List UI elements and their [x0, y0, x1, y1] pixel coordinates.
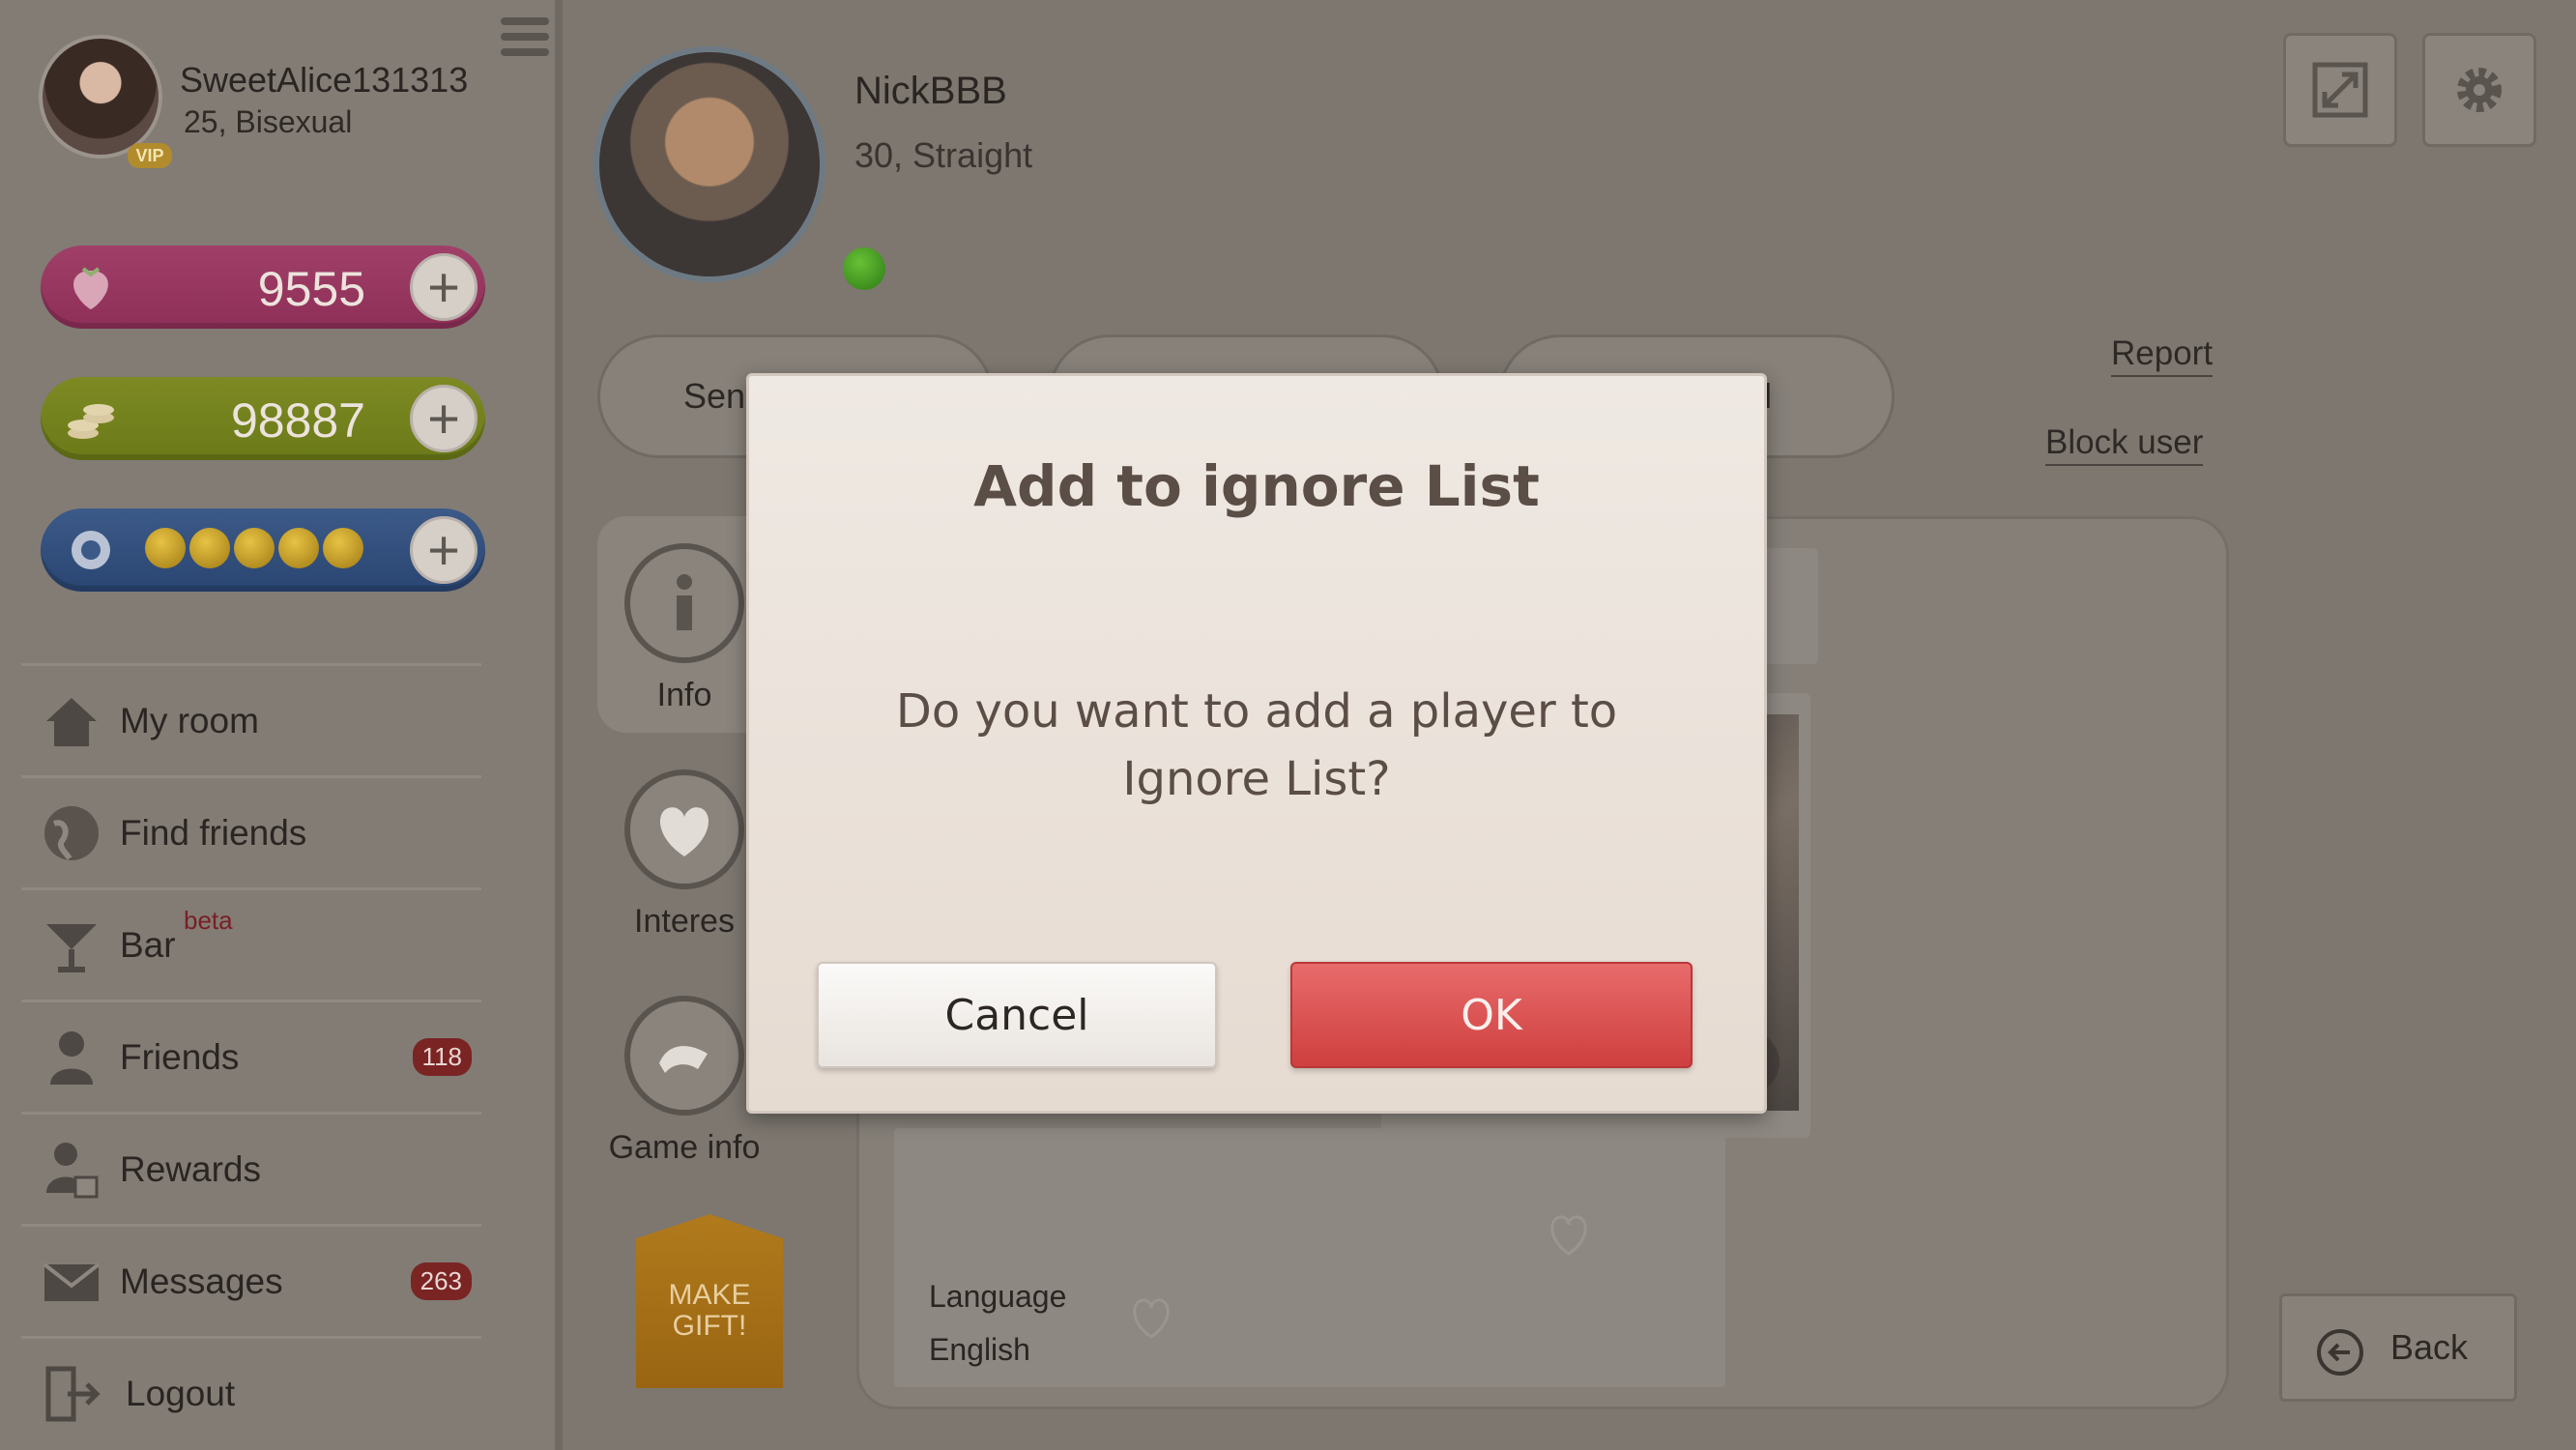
ignore-list-dialog: Add to ignore List Do you want to add a … — [746, 373, 1767, 1114]
avatar[interactable] — [39, 35, 162, 159]
nav-bar[interactable]: Bar beta — [21, 887, 481, 1000]
nav-friends[interactable]: Friends 118 — [21, 1000, 481, 1112]
fullscreen-button[interactable] — [2283, 33, 2397, 147]
person-icon — [50, 1030, 93, 1085]
info-icon — [624, 543, 744, 663]
user-info: 25, Bisexual — [184, 104, 353, 139]
settings-button[interactable] — [2422, 33, 2536, 147]
nav-label: Friends — [120, 1036, 240, 1077]
envelope-icon — [43, 1262, 101, 1301]
nav-label: Bar — [120, 924, 176, 965]
tab-label: Info — [656, 677, 712, 713]
tab-label: Interes — [634, 903, 735, 940]
nav-rewards[interactable]: Rewards — [21, 1112, 481, 1224]
fullscreen-icon — [2312, 62, 2368, 118]
strawberry-count: 9555 — [257, 262, 365, 316]
tab-game-info[interactable]: Game info — [597, 996, 771, 1167]
profile-avatar[interactable] — [593, 46, 825, 282]
nav-my-room[interactable]: My room — [21, 663, 481, 775]
block-user-link[interactable]: Block user — [2045, 423, 2204, 466]
details-card — [894, 1128, 1725, 1275]
username: SweetAlice131313 — [180, 60, 469, 100]
send-label: Sen — [683, 376, 746, 416]
vip-badge: VIP — [128, 143, 172, 168]
nav-label: My room — [120, 700, 259, 740]
back-button[interactable]: Back — [2279, 1293, 2517, 1402]
globe-icon — [44, 805, 99, 860]
report-link[interactable]: Report — [2111, 334, 2214, 377]
coin-balance: 98887 + — [41, 377, 485, 460]
tab-interests[interactable]: Interes — [597, 769, 771, 941]
token-balance: + — [41, 508, 485, 592]
back-arrow-icon — [2317, 1329, 2363, 1376]
profile-info: 30, Straight — [854, 135, 1033, 175]
cancel-button[interactable]: Cancel — [817, 962, 1217, 1068]
ok-button[interactable]: OK — [1290, 962, 1693, 1068]
language-value: English — [929, 1332, 1030, 1367]
add-coins-button[interactable]: + — [410, 385, 478, 452]
house-icon — [46, 697, 97, 746]
nav-messages[interactable]: Messages 263 — [21, 1224, 481, 1336]
add-tokens-button[interactable]: + — [410, 516, 478, 584]
strawberry-icon — [73, 267, 108, 309]
nav-find-friends[interactable]: Find friends — [21, 775, 481, 887]
token-indicator — [145, 528, 363, 568]
messages-count-badge: 263 — [410, 1262, 472, 1300]
person-reward-icon — [46, 1142, 99, 1198]
dialog-message: Do you want to add a player to Ignore Li… — [895, 684, 1618, 806]
friends-count-badge: 118 — [412, 1038, 472, 1076]
strawberry-balance: 9555 + — [41, 246, 485, 329]
main-navigation: My room Find friends Bar beta Friends 11… — [21, 663, 481, 1448]
heart-outline-icon — [1133, 1298, 1170, 1339]
game-icon — [624, 996, 744, 1116]
user-profile[interactable]: VIP SweetAlice131313 25, Bisexual — [39, 35, 541, 180]
beta-tag: beta — [184, 906, 233, 935]
language-card: Language English — [894, 1256, 1725, 1387]
nav-label: Find friends — [120, 812, 307, 853]
coin-count: 98887 — [230, 393, 365, 448]
nav-label: Logout — [126, 1373, 236, 1413]
tab-info[interactable]: Info — [597, 543, 771, 714]
profile-name: NickBBB — [854, 70, 1007, 112]
language-label: Language — [929, 1279, 1067, 1314]
logout-icon — [45, 1366, 101, 1421]
add-strawberries-button[interactable]: + — [410, 253, 478, 321]
cocktail-icon — [46, 923, 97, 972]
hamburger-menu-icon[interactable] — [501, 17, 549, 70]
heart-icon — [624, 769, 744, 889]
tab-label: Game info — [608, 1129, 761, 1166]
dialog-title: Add to ignore List — [973, 453, 1540, 519]
ticket-icon — [72, 531, 110, 569]
online-status-indicator — [843, 247, 885, 290]
nav-logout[interactable]: Logout — [21, 1336, 481, 1448]
sidebar: VIP SweetAlice131313 25, Bisexual 9555 +… — [0, 0, 563, 1450]
back-label: Back — [2390, 1327, 2469, 1367]
coin-stack-icon — [68, 404, 114, 439]
nav-label: Rewards — [120, 1148, 261, 1189]
gear-icon — [2457, 68, 2502, 112]
nav-label: Messages — [120, 1261, 283, 1301]
make-gift-button[interactable]: MAKE GIFT! — [636, 1214, 783, 1388]
heart-outline-icon — [1550, 1215, 1587, 1256]
